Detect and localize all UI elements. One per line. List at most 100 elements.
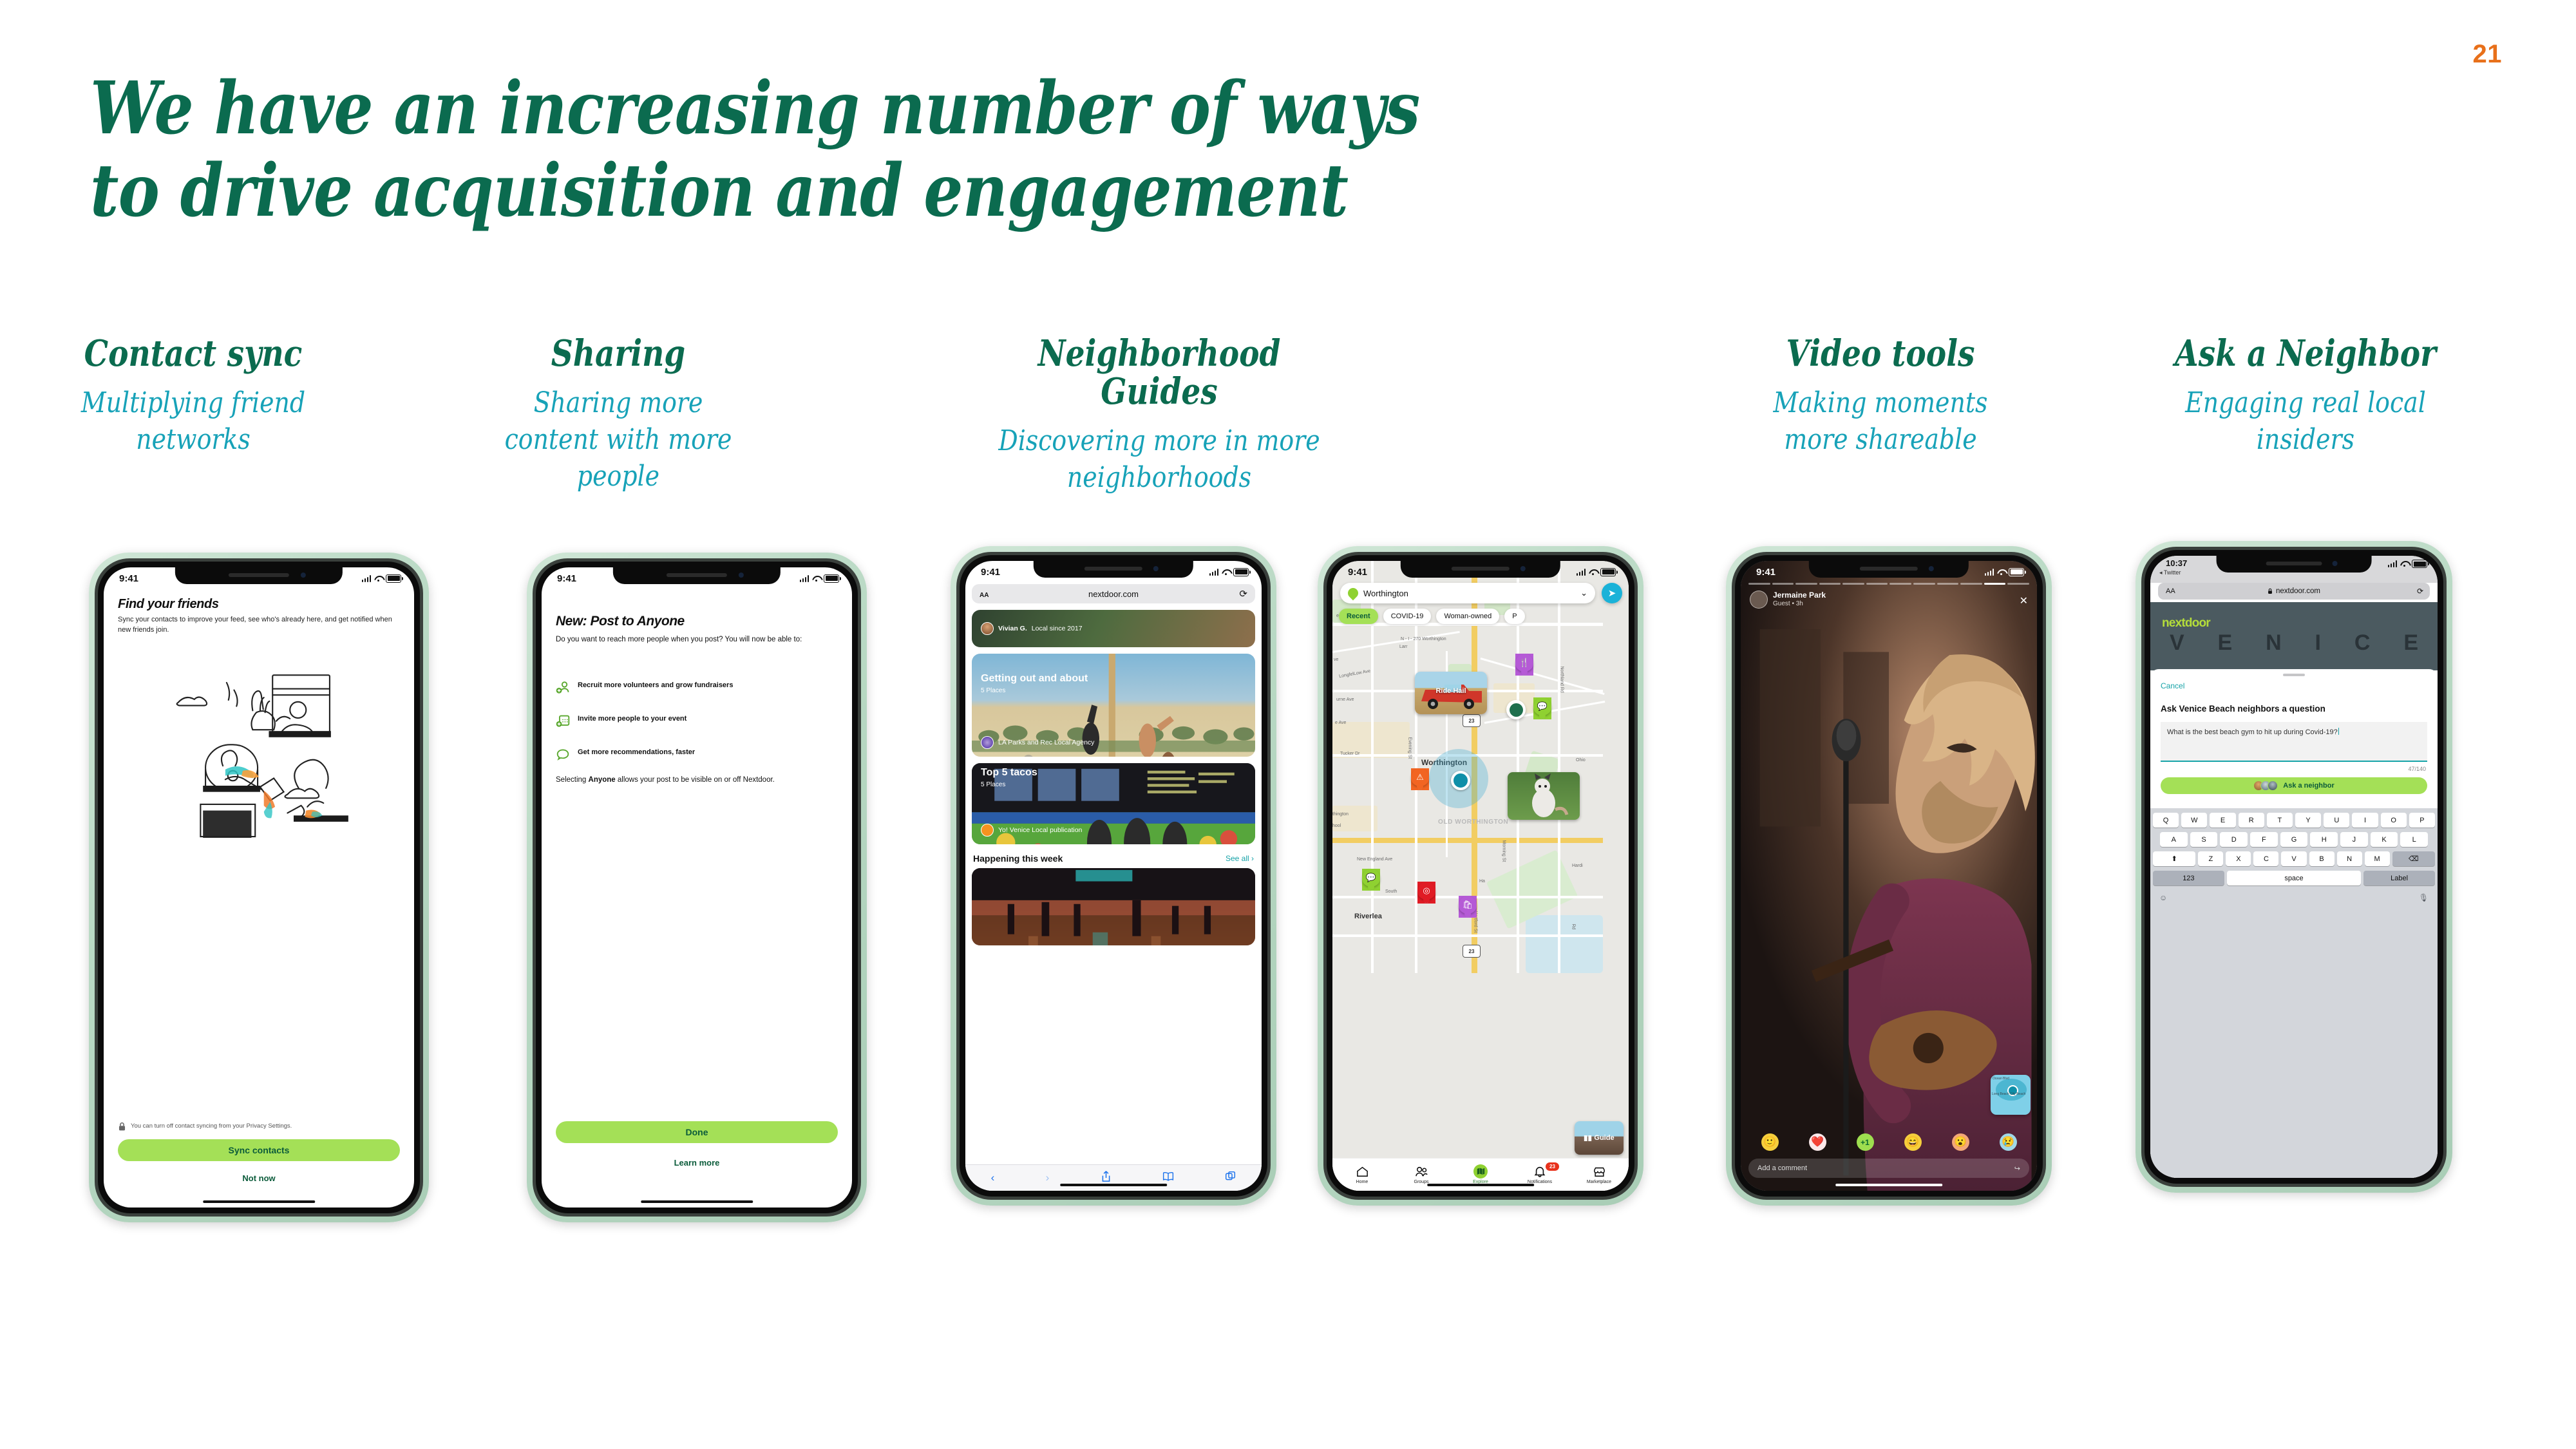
key[interactable]: O xyxy=(2380,813,2407,828)
close-icon[interactable]: ✕ xyxy=(2020,594,2028,607)
mic-icon[interactable]: 🎙 xyxy=(2419,893,2429,902)
text-size-button[interactable]: AA xyxy=(980,589,989,599)
tab-explore[interactable]: Explore xyxy=(1451,1164,1510,1184)
surprised-icon[interactable]: 😮 xyxy=(1951,1133,1969,1151)
key[interactable]: S xyxy=(2190,832,2218,847)
story-progress-bar[interactable] xyxy=(1748,583,2029,585)
chip-recent[interactable]: Recent xyxy=(1339,609,1378,624)
guide-card[interactable]: Getting out and about 5 Places LA Parks … xyxy=(972,654,1255,757)
key[interactable]: M xyxy=(2364,851,2390,866)
locate-me-button[interactable]: ➤ xyxy=(1602,583,1622,603)
key[interactable]: W xyxy=(2181,813,2208,828)
sync-contacts-button[interactable]: Sync contacts xyxy=(118,1139,400,1161)
key[interactable]: R xyxy=(2238,813,2264,828)
done-button[interactable]: Done xyxy=(556,1121,838,1143)
reload-icon[interactable]: ⟳ xyxy=(2417,587,2423,596)
map-photo-pin-ride-hail[interactable]: Ride Hail xyxy=(1415,672,1487,714)
lock-icon xyxy=(118,1122,126,1131)
ask-a-neighbor-button[interactable]: Ask a neighbor xyxy=(2161,777,2427,794)
text-size-button[interactable]: AA xyxy=(2166,587,2175,595)
tab-groups[interactable]: Groups xyxy=(1392,1165,1451,1184)
grinning-icon[interactable]: 😄 xyxy=(1904,1133,1922,1151)
browser-address-bar[interactable]: AA nextdoor.com ⟳ xyxy=(2158,583,2430,600)
key[interactable]: Z xyxy=(2198,851,2224,866)
map-pin-post[interactable]: 💬 xyxy=(1362,869,1380,891)
key[interactable]: Y xyxy=(2295,813,2322,828)
key[interactable]: B xyxy=(2309,851,2334,866)
key[interactable]: K xyxy=(2370,832,2398,847)
see-all-link[interactable]: See all › xyxy=(1226,854,1254,863)
phone2-screen: 9:41 New: Post to Anyone Do you want to … xyxy=(542,567,852,1208)
key[interactable]: H xyxy=(2310,832,2338,847)
chip-more[interactable]: P xyxy=(1504,609,1525,624)
chip-covid[interactable]: COVID-19 xyxy=(1383,609,1432,624)
signal-icon xyxy=(2387,560,2397,567)
chip-woman-owned[interactable]: Woman-owned xyxy=(1436,609,1500,624)
plus-one-icon[interactable]: +1 xyxy=(1856,1133,1874,1151)
map-pin-post[interactable]: 💬 xyxy=(1533,697,1551,719)
cancel-button[interactable]: Cancel xyxy=(2161,681,2184,690)
map-pin-shop[interactable]: 🛍 xyxy=(1459,896,1477,918)
groups-icon xyxy=(1415,1165,1428,1178)
map-pin-target[interactable]: ◎ xyxy=(1417,882,1435,904)
return-key[interactable]: Label xyxy=(2363,871,2435,886)
key[interactable]: G xyxy=(2280,832,2308,847)
key[interactable]: A xyxy=(2159,832,2188,847)
key[interactable]: N xyxy=(2336,851,2362,866)
not-now-link[interactable]: Not now xyxy=(104,1173,414,1183)
key[interactable]: U xyxy=(2324,813,2350,828)
forward-icon[interactable]: › xyxy=(1046,1171,1050,1184)
key[interactable]: J xyxy=(2340,832,2368,847)
share-arrow-icon[interactable]: ↪ xyxy=(2014,1164,2020,1173)
tab-marketplace[interactable]: Marketplace xyxy=(1569,1165,1629,1184)
event-card[interactable] xyxy=(972,868,1255,945)
comment-input[interactable]: Add a comment ↪ xyxy=(1748,1159,2029,1178)
heart-icon[interactable]: ❤️ xyxy=(1808,1133,1826,1151)
browser-address-bar[interactable]: AA nextdoor.com ⟳ xyxy=(972,584,1255,603)
key[interactable]: Q xyxy=(2152,813,2179,828)
key[interactable]: V xyxy=(2281,851,2307,866)
key[interactable]: C xyxy=(2253,851,2279,866)
sheet-grabber[interactable] xyxy=(2283,674,2305,676)
neighborhood-search-input[interactable]: Worthington ⌄ xyxy=(1340,583,1595,603)
learn-more-link[interactable]: Learn more xyxy=(542,1158,852,1168)
video-author-header[interactable]: Jermaine Park Guest • 3h xyxy=(1750,591,1826,609)
sad-tear-icon[interactable]: 😢 xyxy=(1999,1133,2017,1151)
reload-icon[interactable]: ⟳ xyxy=(1239,588,1247,600)
key[interactable]: E xyxy=(2210,813,2236,828)
back-to-app-link[interactable]: ◂ Twitter xyxy=(2159,569,2181,576)
tabs-icon[interactable] xyxy=(1225,1171,1236,1185)
numeric-key[interactable]: 123 xyxy=(2153,871,2224,886)
key[interactable]: L xyxy=(2400,832,2429,847)
author-strip[interactable]: Vivian G. Local since 2017 xyxy=(972,610,1255,647)
guide-button[interactable]: Guide xyxy=(1575,1121,1624,1155)
delete-icon[interactable]: ⌫ xyxy=(2392,851,2435,866)
key[interactable]: T xyxy=(2266,813,2293,828)
map-pin-restaurant[interactable]: 🍴 xyxy=(1515,654,1533,676)
chevron-down-icon[interactable]: ⌄ xyxy=(1580,588,1587,598)
map-pin-starbucks[interactable] xyxy=(1506,700,1526,719)
shift-icon[interactable]: ⬆ xyxy=(2153,851,2196,866)
tab-notifications[interactable]: 23 Notifications xyxy=(1510,1162,1569,1184)
map-photo-pin-dog[interactable] xyxy=(1508,772,1580,820)
location-minimap[interactable]: Ocean Blvd Long Beach City Beach xyxy=(1991,1075,2031,1115)
key[interactable]: P xyxy=(2409,813,2436,828)
key[interactable]: I xyxy=(2352,813,2378,828)
key[interactable]: D xyxy=(2220,832,2248,847)
tab-home[interactable]: Home xyxy=(1332,1165,1392,1184)
map-pin-alert[interactable]: ⚠ xyxy=(1411,768,1429,790)
guide-card[interactable]: Top 5 tacos 5 Places Yo! Venice Local pu… xyxy=(972,763,1255,844)
battery-icon xyxy=(1233,567,1251,576)
key[interactable]: F xyxy=(2250,832,2278,847)
map-canvas[interactable]: eenbriar ve urne Ave Larr LongfelLow Ave… xyxy=(1332,561,1629,1191)
keyboard: Q W E R T Y U I O P A S D F G H J K L ⬆ … xyxy=(2150,808,2438,1178)
map-label: Hardi xyxy=(1572,864,1583,868)
back-icon[interactable]: ‹ xyxy=(991,1171,995,1184)
question-input[interactable]: What is the best beach gym to hit up dur… xyxy=(2161,722,2427,762)
status-time: 9:41 xyxy=(119,573,139,584)
bookmarks-icon[interactable] xyxy=(1162,1171,1174,1185)
slightly-smiling-icon[interactable]: 🙂 xyxy=(1761,1133,1779,1151)
key[interactable]: X xyxy=(2226,851,2251,866)
emoji-icon[interactable]: ☺ xyxy=(2159,893,2167,902)
space-key[interactable]: space xyxy=(2226,871,2362,886)
